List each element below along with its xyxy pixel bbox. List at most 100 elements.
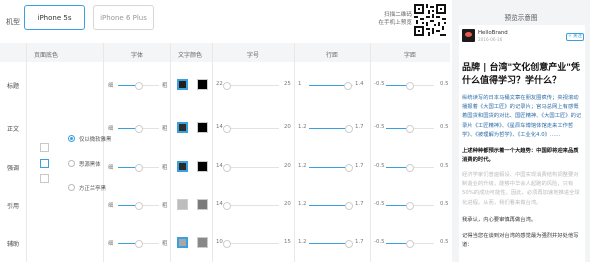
column-divider <box>26 43 27 262</box>
font-size-auxiliary-slider-knob[interactable] <box>223 239 231 248</box>
qr-code-icon <box>414 4 446 36</box>
line-height-title-slider[interactable] <box>309 81 353 90</box>
font-weight-emphasis-slider[interactable] <box>118 163 159 172</box>
page-bg-swatch[interactable] <box>40 159 49 168</box>
line-height-quote-slider-fill <box>309 205 350 207</box>
letter-spacing-emphasis-slider-knob[interactable] <box>406 163 414 172</box>
font-size-emphasis-slider[interactable] <box>223 163 279 172</box>
letter-spacing-quote-slider-knob[interactable] <box>406 201 414 210</box>
font-radio-label: 方正兰亭黑 <box>79 186 106 192</box>
text-color-swatch-emphasis[interactable] <box>197 161 208 172</box>
column-divider <box>294 43 295 262</box>
font-weight-emphasis-min-label: 细 <box>108 165 114 171</box>
column-header-page-bg: 页面底色 <box>34 52 59 59</box>
line-height-body-slider[interactable] <box>309 124 354 133</box>
font-size-quote-min-label: 14 <box>216 201 223 207</box>
line-height-auxiliary-slider[interactable] <box>309 239 354 248</box>
text-color-swatch-quote[interactable] <box>177 199 188 210</box>
letter-spacing-auxiliary-slider[interactable] <box>386 239 434 248</box>
brand-name: HelloBrand <box>478 30 508 36</box>
column-header-font: 字体 <box>131 52 144 59</box>
line-height-emphasis-slider-fill <box>309 167 350 169</box>
font-radio-label: 仅以微软雅黑 <box>79 137 112 143</box>
font-weight-title-slider[interactable] <box>118 81 159 90</box>
article-title: 品牌 | 台湾"文化创意产业"凭什么值得学习？学什么？ <box>462 63 580 86</box>
font-radio-option[interactable] <box>68 160 75 167</box>
letter-spacing-quote-slider[interactable] <box>386 201 434 210</box>
font-weight-emphasis-max-label: 粗 <box>162 165 168 171</box>
font-size-emphasis-min-label: 14 <box>216 163 223 169</box>
font-size-auxiliary-min-label: 10 <box>216 239 223 245</box>
letter-spacing-emphasis-max-label: 0.5 <box>440 163 449 169</box>
article-paragraph: 我承认，内心要审慎再做台湾。 <box>462 217 537 223</box>
line-height-body-max-label: 1.7 <box>355 124 364 130</box>
letter-spacing-body-min-label: -0.5 <box>374 124 385 130</box>
article-emphasis: 上述种种都预示着一个大趋势：中国即将迎来品质消费的时代。 <box>462 148 579 164</box>
preview-panel: 预览示意图 HelloBrand 2016-06-16 + 关注 品牌 | 台湾… <box>452 0 590 262</box>
page-bg-swatch[interactable] <box>40 143 49 152</box>
font-weight-emphasis-slider-knob[interactable] <box>134 163 143 172</box>
font-size-body-slider[interactable] <box>223 124 279 133</box>
text-color-swatch-body[interactable] <box>197 122 208 133</box>
line-height-title-slider-fill <box>309 85 348 87</box>
line-height-auxiliary-min-label: 1.2 <box>298 239 307 245</box>
text-color-swatch-body[interactable] <box>177 122 188 133</box>
letter-spacing-emphasis-slider[interactable] <box>386 163 434 172</box>
font-size-quote-slider[interactable] <box>223 201 279 210</box>
font-weight-title-slider-knob[interactable] <box>134 81 143 90</box>
line-height-quote-max-label: 1.7 <box>355 201 364 207</box>
font-weight-auxiliary-slider-knob[interactable] <box>134 239 143 248</box>
font-radio-option[interactable] <box>68 135 75 142</box>
device-option-iphone-5s[interactable]: iPhone 5s <box>24 5 85 30</box>
font-weight-auxiliary-slider[interactable] <box>118 239 159 248</box>
text-color-swatch-title[interactable] <box>177 79 188 90</box>
text-color-swatch-auxiliary[interactable] <box>177 237 188 248</box>
line-height-auxiliary-slider-fill <box>309 243 350 245</box>
line-height-body-slider-fill <box>309 128 350 130</box>
font-size-body-min-label: 14 <box>216 124 223 130</box>
font-weight-body-slider-knob[interactable] <box>134 124 143 133</box>
line-height-title-max-label: 1.4 <box>355 81 364 87</box>
text-color-swatch-auxiliary[interactable] <box>197 237 208 248</box>
letter-spacing-title-slider-knob[interactable] <box>406 81 414 90</box>
font-weight-title-max-label: 粗 <box>162 83 168 89</box>
column-divider <box>212 43 213 262</box>
letter-spacing-title-slider[interactable] <box>386 81 434 90</box>
font-weight-quote-slider[interactable] <box>118 201 159 210</box>
font-size-auxiliary-slider[interactable] <box>223 239 279 248</box>
font-size-quote-max-label: 20 <box>284 201 291 207</box>
article-quote: 经济学家们普遍假设、中国实现消费结构调整要对制造业的升级，能够中华会人起跑的风险… <box>462 172 580 206</box>
font-size-quote-slider-knob[interactable] <box>223 201 231 210</box>
column-header-letter-spacing: 字距 <box>404 52 417 59</box>
row-label-auxiliary: 辅助 <box>7 241 20 248</box>
letter-spacing-auxiliary-slider-knob[interactable] <box>406 239 414 248</box>
line-height-title-slider-knob[interactable] <box>343 81 352 90</box>
letter-spacing-title-max-label: 0.5 <box>440 81 449 87</box>
font-size-body-slider-knob[interactable] <box>223 124 231 133</box>
device-option-iphone-6-plus[interactable]: iPhone 6 Plus <box>93 5 154 30</box>
line-height-emphasis-slider[interactable] <box>309 163 354 172</box>
scan-hint-line2: 在手机上预览 <box>378 20 412 26</box>
letter-spacing-body-slider-knob[interactable] <box>406 124 414 133</box>
page-bg-swatch[interactable] <box>40 174 49 183</box>
letter-spacing-quote-min-label: -0.5 <box>374 201 385 207</box>
column-divider <box>170 43 171 262</box>
font-size-title-slider[interactable] <box>223 81 279 90</box>
text-color-swatch-title[interactable] <box>197 79 208 90</box>
text-color-swatch-emphasis[interactable] <box>177 161 188 172</box>
line-height-title-min-label: 1 <box>298 81 302 87</box>
follow-button[interactable]: + 关注 <box>566 33 584 41</box>
post-date: 2016-06-16 <box>478 37 503 42</box>
font-radio-option[interactable] <box>68 184 75 191</box>
line-height-quote-slider[interactable] <box>309 201 354 210</box>
letter-spacing-auxiliary-max-label: 0.5 <box>440 239 449 245</box>
font-size-title-max-label: 25 <box>284 81 291 87</box>
font-size-emphasis-slider-knob[interactable] <box>223 163 231 172</box>
text-color-swatch-quote[interactable] <box>197 199 208 210</box>
font-weight-quote-slider-knob[interactable] <box>134 201 143 210</box>
font-weight-body-slider[interactable] <box>118 124 159 133</box>
column-header-text-color: 文字颜色 <box>178 52 203 59</box>
font-weight-auxiliary-min-label: 细 <box>108 241 114 247</box>
font-size-title-slider-knob[interactable] <box>223 81 231 90</box>
letter-spacing-body-slider[interactable] <box>386 124 434 133</box>
